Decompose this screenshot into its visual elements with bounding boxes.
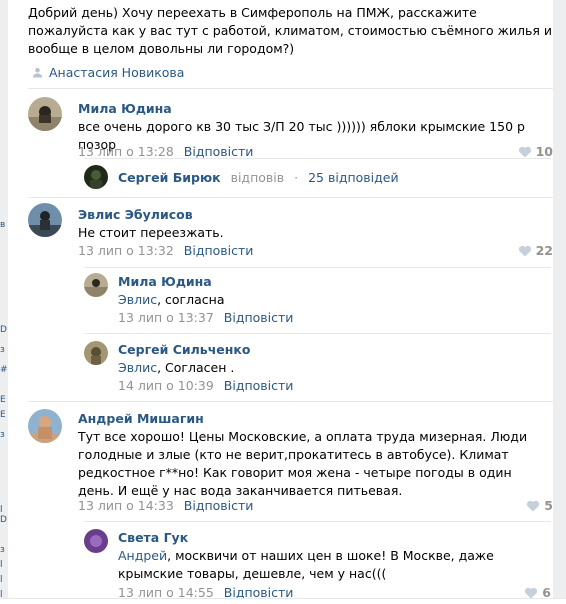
- comment-date[interactable]: 14 лип о 10:39: [118, 378, 214, 393]
- comment-author[interactable]: Сергей Сильченко: [118, 342, 250, 357]
- left-column-fragment: з: [0, 545, 5, 555]
- avatar[interactable]: [84, 273, 108, 297]
- comment-author[interactable]: Андрей Мишагин: [78, 411, 204, 426]
- comment-author[interactable]: Эвлис Эбулисов: [78, 207, 193, 222]
- comment-meta: 14 лип о 10:39 Відповісти: [118, 378, 293, 393]
- comment-text: Андрей, москвичи от наших цен в шоке! В …: [118, 547, 550, 583]
- like-count: 5: [544, 498, 553, 513]
- heart-icon: [518, 245, 531, 256]
- left-column-fragment: Е: [0, 395, 6, 405]
- comment-author[interactable]: Мила Юдина: [78, 101, 172, 116]
- comment-item: Мила Юдина все очень дорого кв 30 тыс З/…: [28, 97, 553, 159]
- comment-author[interactable]: Света Гук: [118, 530, 188, 545]
- avatar[interactable]: [84, 165, 108, 189]
- reply-button[interactable]: Відповісти: [224, 310, 294, 325]
- reply-item: Мила Юдина Эвлис, согласна 13 лип о 13:3…: [84, 273, 551, 329]
- avatar[interactable]: [84, 341, 108, 365]
- user-icon: [32, 67, 43, 78]
- comments-list: Мила Юдина все очень дорого кв 30 тыс З/…: [28, 88, 553, 604]
- left-column-fragment: l: [0, 505, 3, 515]
- like-button[interactable]: 22: [518, 243, 553, 258]
- bottom-edge: [0, 598, 566, 604]
- comment-author[interactable]: Мила Юдина: [118, 274, 212, 289]
- reply-text: , согласна: [157, 292, 225, 307]
- comment-date[interactable]: 13 лип о 13:37: [118, 310, 214, 325]
- post-author[interactable]: Анастасия Новикова: [32, 65, 184, 80]
- like-button[interactable]: 10: [518, 144, 553, 159]
- like-count: 10: [535, 144, 553, 159]
- comment-meta: 13 лип о 13:32 Відповісти: [78, 243, 253, 258]
- reply-item: Света Гук Андрей, москвичи от наших цен …: [84, 529, 551, 600]
- reply-button[interactable]: Відповісти: [184, 243, 254, 258]
- left-column-fragment: в: [0, 220, 6, 230]
- left-column-fragment: l: [0, 575, 3, 585]
- replies-summary-verb: відповів: [230, 169, 285, 185]
- divider: [28, 197, 553, 198]
- left-column-fragment: D: [0, 515, 7, 525]
- comment-meta: 13 лип о 13:37 Відповісти: [118, 310, 293, 325]
- reply-mention[interactable]: Эвлис: [118, 292, 157, 307]
- like-count: 22: [535, 243, 553, 258]
- reply-item: Сергей Сильченко Эвлис, Согласен . 14 ли…: [84, 341, 551, 397]
- post-card: Добрий день) Хочу переехать в Симферопол…: [8, 0, 553, 604]
- left-column-fragment: з: [0, 430, 5, 440]
- reply-mention[interactable]: Андрей: [118, 548, 167, 563]
- reply-button[interactable]: Відповісти: [224, 378, 294, 393]
- divider: [84, 521, 551, 522]
- comment-date[interactable]: 13 лип о 13:32: [78, 243, 174, 258]
- divider: [84, 158, 551, 159]
- comment-meta: 13 лип о 13:28 Відповісти: [78, 144, 253, 159]
- replies-summary-author[interactable]: Сергей Бирюк: [118, 170, 221, 185]
- comment-item: Эвлис Эбулисов Не стоит переезжать. 13 л…: [28, 203, 553, 263]
- comment-date[interactable]: 13 лип о 13:28: [78, 144, 174, 159]
- left-column-fragment: D: [0, 325, 7, 335]
- divider: [28, 401, 553, 402]
- reply-button[interactable]: Відповісти: [184, 498, 254, 513]
- left-column-fragment: l: [0, 560, 3, 570]
- left-column-fragment: з: [0, 345, 5, 355]
- avatar[interactable]: [28, 97, 62, 131]
- heart-icon: [527, 500, 540, 511]
- comment-text: Эвлис, согласна: [118, 291, 548, 309]
- comment-text: Эвлис, Согласен .: [118, 359, 548, 377]
- comment-date[interactable]: 13 лип о 14:33: [78, 498, 174, 513]
- replies-summary-separator: ·: [294, 169, 299, 185]
- comment-meta: 13 лип о 14:33 Відповісти: [78, 498, 253, 513]
- heart-icon: [518, 146, 531, 157]
- like-button[interactable]: 5: [526, 498, 553, 513]
- avatar[interactable]: [84, 529, 108, 553]
- post-author-name[interactable]: Анастасия Новикова: [49, 65, 184, 80]
- divider: [84, 333, 551, 334]
- reply-text: , Согласен .: [157, 360, 235, 375]
- replies-count-link[interactable]: 25 відповідей: [308, 170, 398, 185]
- comment-text: Тут все хорошо! Цены Московские, а оплат…: [78, 429, 528, 498]
- left-column-fragment: #: [0, 365, 8, 375]
- reply-button[interactable]: Відповісти: [184, 144, 254, 159]
- divider: [84, 267, 551, 268]
- replies-summary[interactable]: Сергей Бирюк відповів · 25 відповідей: [84, 165, 399, 189]
- comment-item: Андрей Мишагин Тут все хорошо! Цены Моск…: [28, 409, 553, 519]
- heart-icon: [525, 587, 538, 598]
- left-column-edge: в Dз # Е Ез l Dз l l l: [0, 0, 8, 604]
- avatar[interactable]: [28, 409, 62, 443]
- comment-text: Не стоит переезжать.: [78, 225, 224, 240]
- reply-mention[interactable]: Эвлис: [118, 360, 157, 375]
- avatar[interactable]: [28, 203, 62, 237]
- post-text: Добрий день) Хочу переехать в Симферопол…: [28, 5, 553, 56]
- reply-text: , москвичи от наших цен в шоке! В Москве…: [118, 548, 494, 581]
- left-column-fragment: Е: [0, 410, 6, 420]
